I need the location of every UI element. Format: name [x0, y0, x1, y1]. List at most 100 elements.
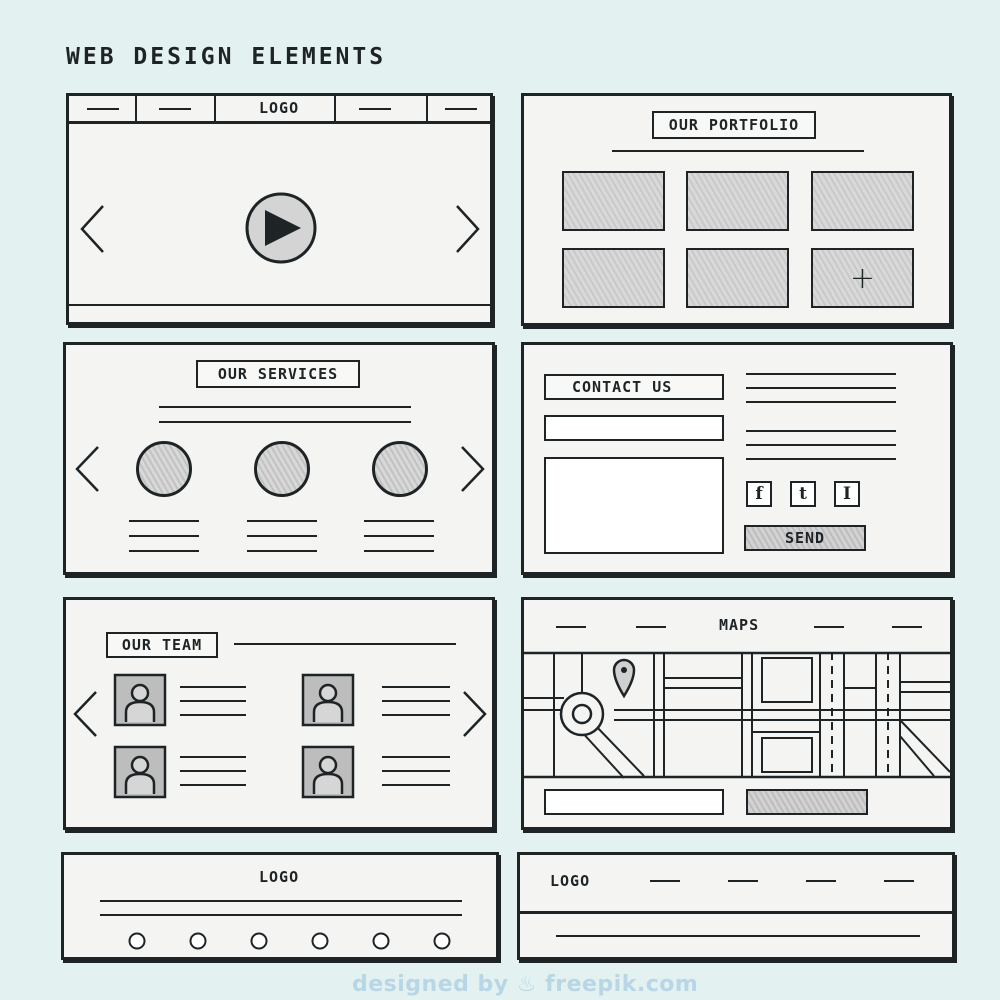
- nav-item[interactable]: [445, 108, 477, 110]
- portfolio-item[interactable]: [811, 171, 914, 231]
- service-icon[interactable]: [372, 441, 428, 497]
- member-text-line: [180, 770, 246, 772]
- service-icon[interactable]: [136, 441, 192, 497]
- member-text-line: [180, 756, 246, 758]
- service-text-line: [364, 550, 434, 552]
- footer-nav-item[interactable]: [884, 880, 914, 882]
- team-panel: OUR TEAM: [63, 597, 495, 830]
- nav-logo[interactable]: LOGO: [259, 99, 299, 117]
- footer-logo[interactable]: LOGO: [550, 872, 590, 890]
- services-text-line: [159, 406, 411, 408]
- services-panel: OUR SERVICES: [63, 342, 495, 575]
- contact-info-line: [746, 387, 896, 389]
- member-text-line: [382, 714, 450, 716]
- footer-right-panel: LOGO: [517, 852, 955, 960]
- member-text-line: [382, 686, 450, 688]
- portfolio-divider: [612, 150, 864, 152]
- maps-nav-item[interactable]: [556, 626, 586, 628]
- portfolio-item[interactable]: [686, 171, 789, 231]
- footer-divider: [520, 911, 952, 914]
- contact-info-line: [746, 444, 896, 446]
- chevron-right-icon[interactable]: [462, 690, 488, 738]
- plus-icon: +: [849, 260, 876, 296]
- team-heading: OUR TEAM: [106, 632, 218, 658]
- service-text-line: [364, 535, 434, 537]
- slider-footer-bar: [69, 304, 490, 306]
- nav-bar: LOGO: [69, 96, 490, 124]
- map-area[interactable]: [524, 651, 950, 782]
- contact-panel: CONTACT US f t I SEND: [521, 342, 953, 575]
- contact-name-field[interactable]: [544, 415, 724, 441]
- nav-divider: [334, 96, 336, 122]
- send-button-label: SEND: [784, 529, 826, 547]
- footer-left-panel: LOGO: [61, 852, 499, 960]
- service-text-line: [129, 535, 199, 537]
- member-text-line: [382, 700, 450, 702]
- portfolio-item[interactable]: [562, 171, 665, 231]
- member-text-line: [382, 784, 450, 786]
- contact-info-line: [746, 458, 896, 460]
- service-text-line: [364, 520, 434, 522]
- footer-nav-item[interactable]: [806, 880, 836, 882]
- footer-line: [556, 935, 920, 937]
- nav-item[interactable]: [87, 108, 119, 110]
- footer-line: [100, 900, 462, 902]
- chevron-right-icon[interactable]: [460, 445, 486, 493]
- maps-panel: MAPS: [521, 597, 953, 830]
- maps-heading: MAPS: [719, 616, 760, 634]
- portfolio-heading: OUR PORTFOLIO: [652, 111, 816, 139]
- portfolio-item[interactable]: [562, 248, 665, 308]
- member-text-line: [382, 756, 450, 758]
- nav-divider: [214, 96, 216, 122]
- chevron-left-icon[interactable]: [74, 445, 100, 493]
- watermark: designed by ♨ freepik.com: [352, 972, 699, 997]
- contact-info-line: [746, 401, 896, 403]
- maps-nav-item[interactable]: [636, 626, 666, 628]
- footer-nav-item[interactable]: [728, 880, 758, 882]
- member-text-line: [180, 686, 246, 688]
- slider-panel: LOGO: [66, 93, 493, 325]
- nav-item[interactable]: [359, 108, 391, 110]
- person-icon[interactable]: [301, 745, 355, 799]
- contact-info-line: [746, 373, 896, 375]
- footer-nav-item[interactable]: [650, 880, 680, 882]
- nav-item[interactable]: [159, 108, 191, 110]
- person-icon[interactable]: [301, 673, 355, 727]
- member-text-line: [382, 770, 450, 772]
- member-text-line: [180, 784, 246, 786]
- chevron-right-icon[interactable]: [455, 204, 481, 254]
- chevron-left-icon[interactable]: [72, 690, 98, 738]
- maps-nav-item[interactable]: [814, 626, 844, 628]
- team-heading-line: [234, 643, 456, 645]
- contact-heading: CONTACT US: [544, 374, 724, 400]
- service-icon[interactable]: [254, 441, 310, 497]
- footer-logo[interactable]: LOGO: [259, 868, 299, 886]
- portfolio-add-item[interactable]: +: [811, 248, 914, 308]
- services-text-line: [159, 421, 411, 423]
- member-text-line: [180, 714, 246, 716]
- contact-info-line: [746, 430, 896, 432]
- send-button[interactable]: SEND: [744, 525, 866, 551]
- portfolio-panel: OUR PORTFOLIO +: [521, 93, 952, 326]
- maps-nav-item[interactable]: [892, 626, 922, 628]
- service-text-line: [129, 550, 199, 552]
- contact-message-field[interactable]: [544, 457, 724, 554]
- chevron-left-icon[interactable]: [79, 204, 105, 254]
- maps-address-field[interactable]: [544, 789, 724, 815]
- portfolio-item[interactable]: [686, 248, 789, 308]
- pagination-dots[interactable]: [124, 931, 454, 951]
- services-heading: OUR SERVICES: [196, 360, 360, 388]
- person-icon[interactable]: [113, 673, 167, 727]
- person-icon[interactable]: [113, 745, 167, 799]
- page-title: WEB DESIGN ELEMENTS: [66, 44, 387, 70]
- member-text-line: [180, 700, 246, 702]
- footer-line: [100, 914, 462, 916]
- maps-search-button[interactable]: [746, 789, 868, 815]
- service-text-line: [247, 550, 317, 552]
- instagram-icon[interactable]: I: [834, 481, 860, 507]
- service-text-line: [247, 535, 317, 537]
- play-icon[interactable]: [245, 192, 317, 264]
- facebook-icon[interactable]: f: [746, 481, 772, 507]
- service-text-line: [129, 520, 199, 522]
- twitter-icon[interactable]: t: [790, 481, 816, 507]
